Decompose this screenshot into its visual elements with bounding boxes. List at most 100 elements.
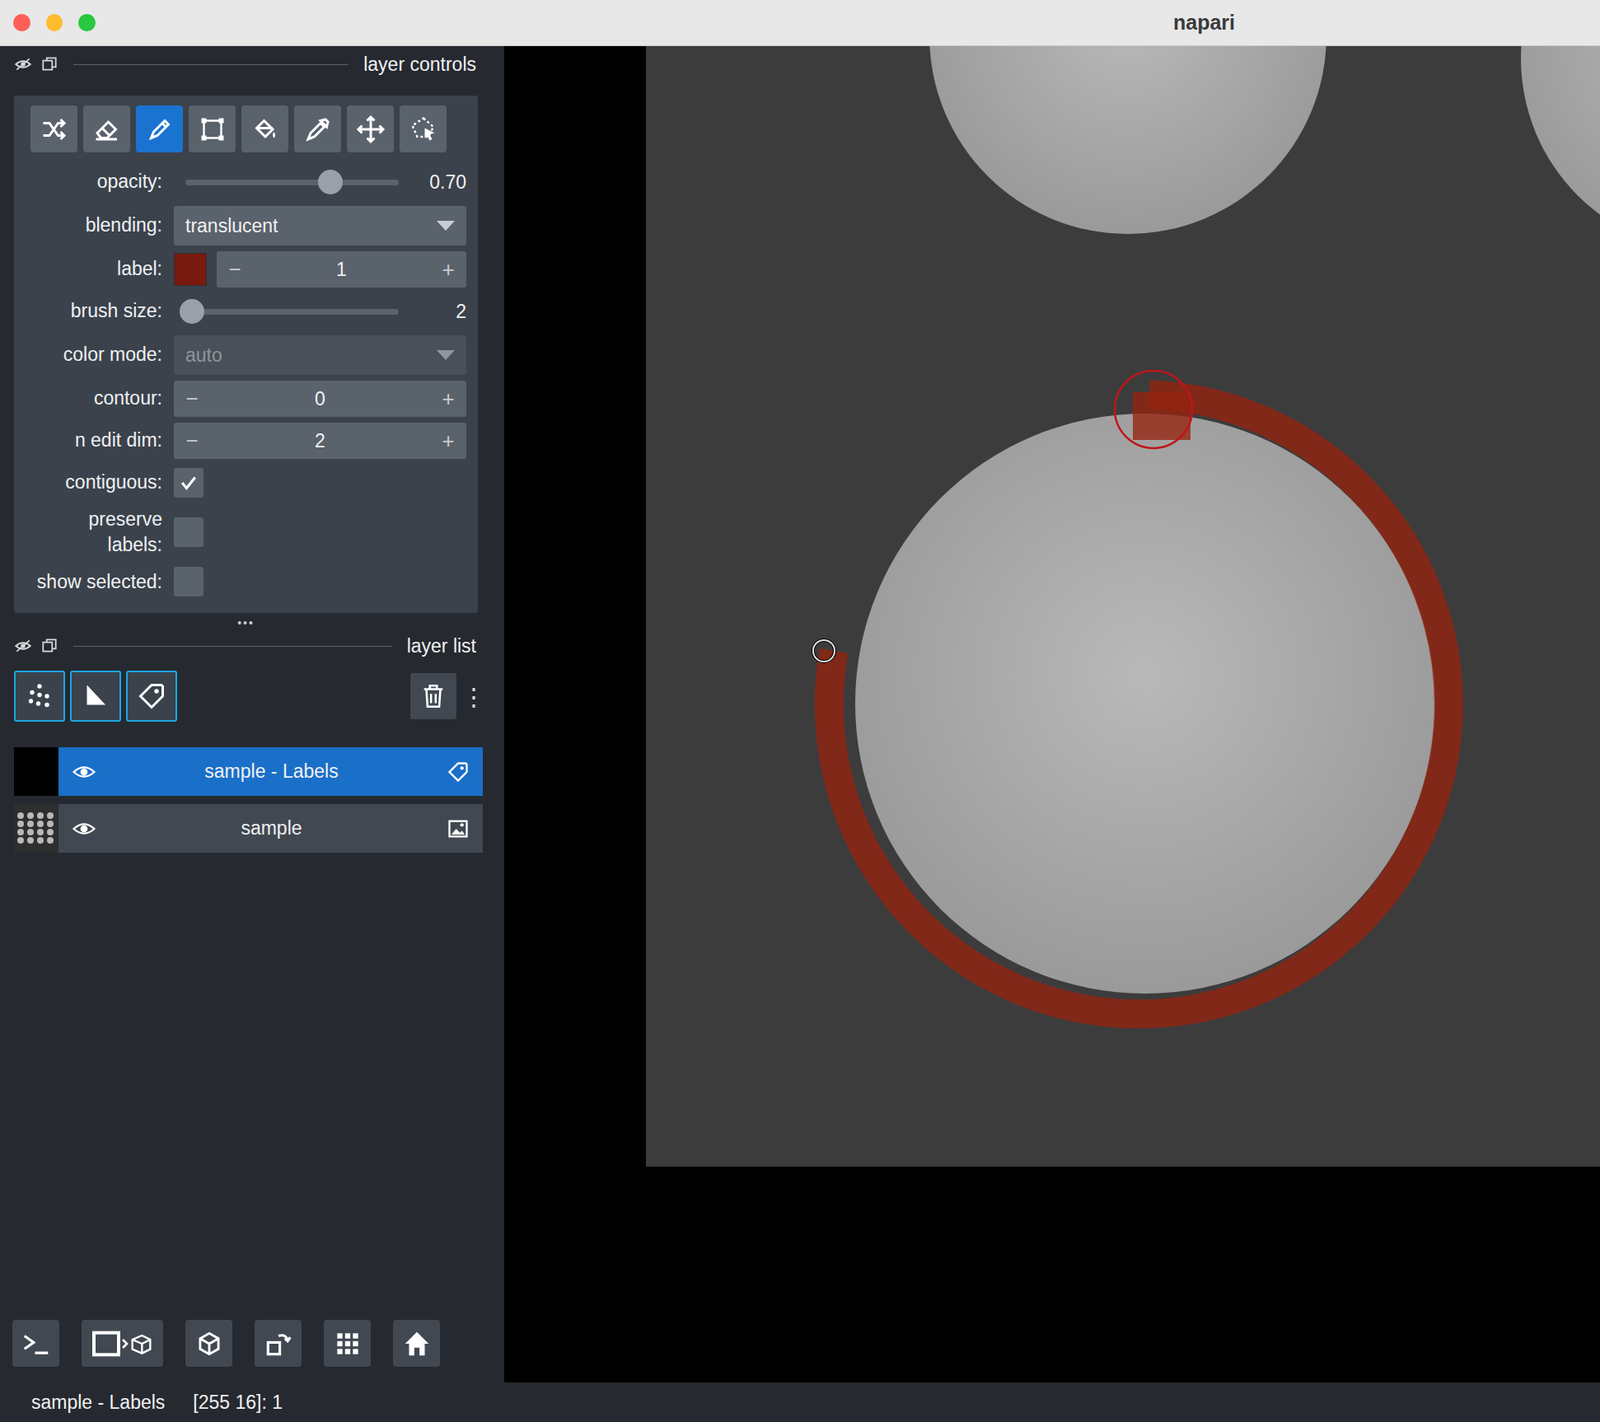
control-rows: opacity: 0.70 blending: translucent label… (30, 163, 467, 600)
layer-row[interactable]: sample - Labels (14, 747, 483, 796)
control-row: blending: translucent (30, 205, 467, 246)
slider-reading: 0.70 (420, 171, 467, 194)
slider-handle[interactable] (179, 299, 205, 324)
dropdown[interactable]: translucent (173, 205, 467, 246)
tool-button[interactable] (135, 105, 183, 153)
header-divider (73, 645, 393, 647)
label-color-swatch[interactable] (173, 252, 207, 286)
home-icon (401, 1328, 433, 1360)
visibility-eye-icon[interactable] (71, 816, 97, 842)
decrement-button[interactable]: − (182, 428, 202, 454)
increment-button[interactable]: + (438, 257, 459, 283)
control-value (173, 566, 467, 597)
home-button[interactable] (392, 1319, 440, 1367)
roll-cube-icon (193, 1328, 225, 1360)
layer-row[interactable]: sample (14, 804, 483, 853)
slider-reading: 2 (420, 300, 467, 323)
control-label: show selected: (30, 569, 163, 595)
shapes-icon (80, 681, 111, 712)
layer-menu-button[interactable]: ⋮ (461, 682, 478, 712)
transpose-button[interactable] (254, 1319, 302, 1367)
status-layer: sample - Labels (31, 1391, 165, 1414)
2d-3d-icon (89, 1327, 156, 1361)
float-icon[interactable] (40, 636, 59, 655)
dropdown-arrow-icon (436, 350, 455, 361)
decrement-button[interactable]: − (224, 257, 245, 283)
increment-button[interactable]: + (438, 428, 459, 454)
float-icon[interactable] (40, 55, 59, 74)
header-divider (73, 64, 349, 66)
zoom-button[interactable] (78, 14, 96, 32)
tool-button[interactable] (83, 105, 131, 153)
tool-button[interactable] (30, 105, 78, 153)
visibility-eye-icon[interactable] (71, 759, 97, 785)
decrement-button[interactable]: − (182, 386, 202, 412)
layer-item[interactable]: sample (58, 804, 483, 853)
viewer-canvas[interactable] (504, 46, 1600, 1383)
new-labels-button[interactable] (126, 670, 178, 722)
grid-button[interactable] (323, 1319, 371, 1367)
main-area: layer controls opacity: 0.70blending: tr… (0, 46, 1600, 1383)
tool-button[interactable] (188, 105, 236, 153)
control-label: opacity: (30, 168, 163, 195)
fill-bucket-icon (250, 114, 281, 145)
status-bar: sample - Labels [255 16]: 1 (0, 1382, 1600, 1422)
slider-track (185, 308, 399, 315)
new-shapes-button[interactable] (70, 670, 122, 722)
layer-name[interactable]: sample - Labels (106, 760, 437, 783)
delete-layer-button[interactable] (410, 673, 457, 720)
spinbox[interactable]: − 2 + (173, 422, 467, 459)
control-value: translucent (173, 205, 467, 246)
checkbox[interactable] (173, 517, 204, 548)
move-icon (355, 114, 386, 145)
layer-controls-panel: opacity: 0.70 blending: translucent label… (14, 95, 478, 613)
slider-track (185, 179, 399, 186)
paint-brush-icon (145, 114, 175, 145)
viewer-buttons (12, 1319, 478, 1368)
dropdown-value: translucent (185, 215, 279, 238)
tool-button[interactable] (346, 105, 394, 153)
control-value: − 2 + (173, 422, 467, 459)
control-row: label: − 1 + (30, 251, 467, 288)
tool-button[interactable] (241, 105, 289, 153)
minimize-button[interactable] (46, 14, 64, 32)
tool-button[interactable] (294, 105, 342, 153)
layer-list-header: layer list (14, 633, 478, 659)
control-label: brush size: (30, 298, 163, 324)
slider[interactable] (173, 299, 411, 324)
brush-cursor-icon (1114, 370, 1193, 449)
checkbox[interactable] (173, 566, 204, 597)
roll-button[interactable] (185, 1319, 233, 1367)
transpose-icon (262, 1328, 295, 1360)
control-value: − 0 + (173, 380, 467, 417)
increment-button[interactable]: + (438, 386, 459, 412)
window-title: napari (1173, 10, 1236, 35)
tool-button[interactable] (399, 105, 447, 153)
spinbox[interactable]: − 0 + (173, 380, 467, 417)
layer-name[interactable]: sample (106, 817, 437, 840)
layer-item[interactable]: sample - Labels (58, 747, 483, 796)
new-points-button[interactable] (14, 670, 66, 722)
spinbox[interactable]: − 1 + (216, 251, 467, 288)
layer-buttons: ⋮ (14, 669, 478, 723)
console-icon (20, 1328, 52, 1360)
control-label: label: (30, 256, 163, 282)
dock-resize-handle[interactable]: ••• (14, 612, 478, 634)
slider[interactable] (173, 169, 411, 195)
close-button[interactable] (13, 14, 31, 32)
control-value: 2 (173, 299, 467, 324)
color-picker-icon (303, 114, 333, 145)
image-view[interactable] (504, 46, 1600, 1383)
checkbox[interactable] (173, 467, 204, 498)
control-row: contiguous: (30, 464, 467, 501)
control-value: auto (173, 335, 467, 375)
slider-handle[interactable] (318, 169, 343, 195)
eye-icon[interactable] (14, 55, 33, 74)
eye-icon[interactable] (14, 636, 33, 655)
console-button[interactable] (12, 1319, 60, 1367)
dropdown-value: auto (185, 344, 223, 367)
ndisplay-button[interactable] (81, 1319, 164, 1367)
control-row: contour: − 0 + (30, 380, 467, 417)
labels-layer-icon (446, 760, 470, 784)
napari-window: napari layer controls opacity: 0.70blend… (0, 0, 1600, 1422)
